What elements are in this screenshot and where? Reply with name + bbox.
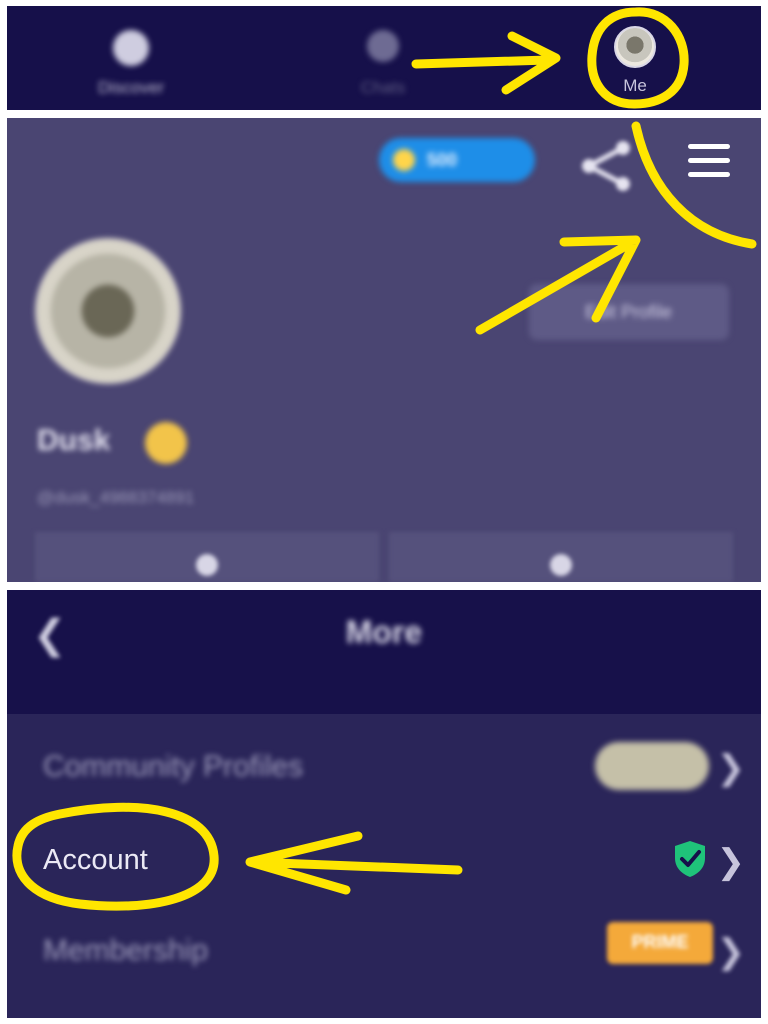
edit-profile-button[interactable]: Edit Profile xyxy=(529,284,729,340)
stat-cell[interactable] xyxy=(389,532,733,582)
prime-badge: PRIME xyxy=(607,922,713,964)
profile-handle: @dusk_4988374891 xyxy=(37,488,195,507)
hamburger-menu-icon[interactable] xyxy=(688,144,730,178)
stat-cell[interactable] xyxy=(35,532,379,582)
tab-chats[interactable]: Chats xyxy=(323,6,443,110)
profile-nickname: Dusk xyxy=(37,424,111,457)
list-item-label: Membership xyxy=(43,934,209,967)
chat-bubble-icon xyxy=(367,30,399,62)
avatar-icon xyxy=(614,26,656,68)
level-badge xyxy=(145,422,187,464)
chevron-right-icon: ❯ xyxy=(716,843,746,881)
list-item-membership[interactable]: Membership PRIME ❯ xyxy=(7,904,761,1000)
profile-avatars-stack xyxy=(595,742,709,790)
chevron-right-icon: ❯ xyxy=(716,933,746,971)
chevron-right-icon: ❯ xyxy=(716,749,746,787)
edit-profile-label: Edit Profile xyxy=(585,302,673,322)
compass-icon xyxy=(113,30,149,66)
tab-me-label: Me xyxy=(623,76,647,95)
tab-chats-label: Chats xyxy=(360,78,406,97)
coin-icon xyxy=(393,149,415,171)
tab-bar-panel: Discover Chats Me xyxy=(7,6,761,110)
list-item-label: Account xyxy=(43,844,148,876)
profile-avatar[interactable] xyxy=(35,238,181,384)
share-icon[interactable] xyxy=(579,140,635,192)
list-item-label: Community Profiles xyxy=(43,750,304,783)
tab-me[interactable]: Me xyxy=(575,6,695,110)
list-item-account[interactable]: Account ❯ xyxy=(7,812,761,908)
shield-check-icon xyxy=(675,841,705,877)
tab-discover[interactable]: Discover xyxy=(71,6,191,110)
prime-badge-label: PRIME xyxy=(631,932,689,952)
coins-count: 500 xyxy=(427,150,458,170)
coins-pill[interactable]: 500 xyxy=(379,138,535,182)
list-item-community-profiles[interactable]: Community Profiles ❯ xyxy=(7,720,761,816)
profile-panel: 500 Edit Profile Dusk @dusk_4988374891 xyxy=(7,118,761,582)
more-panel: ❮ More Community Profiles ❯ Account ❯ Me… xyxy=(7,590,761,1018)
page-title: More xyxy=(345,614,423,650)
tab-discover-label: Discover xyxy=(97,78,165,97)
stat-icon xyxy=(196,554,218,576)
stat-icon xyxy=(550,554,572,576)
